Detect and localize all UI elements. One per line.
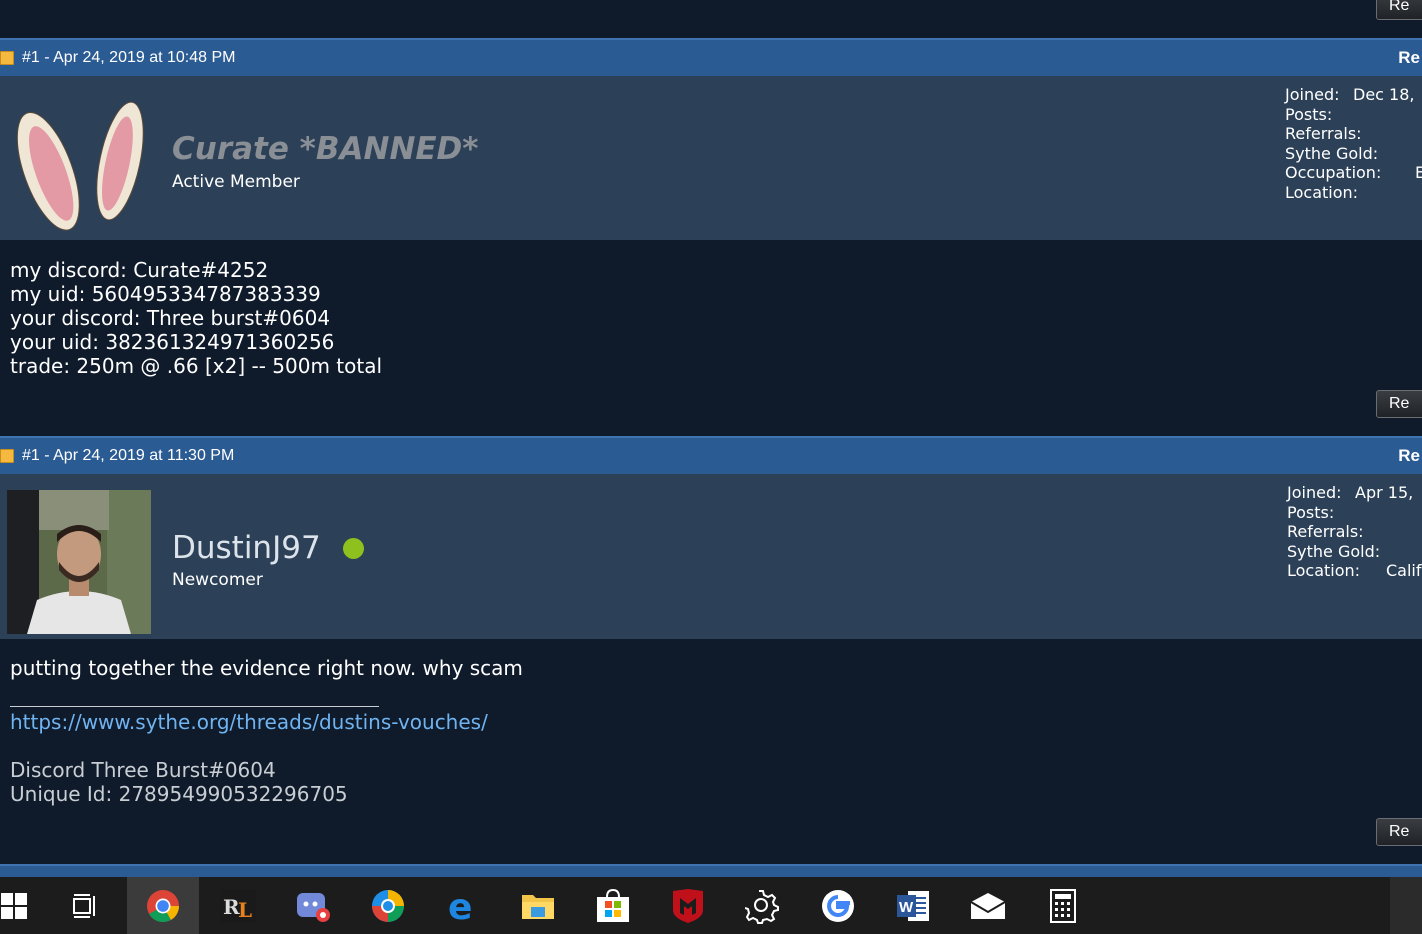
stat-label: Referrals: <box>1287 522 1364 541</box>
body-line: my discord: Curate#4252 <box>10 258 269 282</box>
store-icon <box>597 888 629 922</box>
edge-button[interactable]: e <box>427 877 499 934</box>
stat-label: Referrals: <box>1285 124 1362 143</box>
user-panel: DustinJ97 Newcomer Joined: Apr 15, Posts:… <box>0 474 1422 639</box>
folder-icon <box>0 51 14 65</box>
word-icon: W <box>897 890 929 921</box>
task-view-button[interactable] <box>50 877 122 934</box>
stat-value: Dec 18, <box>1353 85 1415 104</box>
body-line: my uid: 560495334787383339 <box>10 282 321 306</box>
reply-button[interactable]: Re <box>1376 0 1422 20</box>
body-line: putting together the evidence right now.… <box>10 656 523 680</box>
edge-icon: e <box>448 890 472 922</box>
gear-icon <box>745 889 779 924</box>
chrome-button[interactable] <box>127 877 199 934</box>
start-button[interactable] <box>0 877 50 934</box>
mail-button[interactable] <box>952 877 1024 934</box>
post-body: putting together the evidence right now.… <box>10 656 523 680</box>
bunny-ears-avatar[interactable] <box>5 86 155 236</box>
online-status-indicator <box>343 538 364 559</box>
folder-icon <box>0 449 14 463</box>
stat-value: Apr 15, <box>1355 483 1414 502</box>
reply-button[interactable]: Re <box>1376 818 1422 846</box>
discord-button[interactable] <box>277 877 349 934</box>
stat-label: Sythe Gold: <box>1287 541 1381 561</box>
body-line: trade: 250m @ .66 [x2] -- 500m total <box>10 354 383 378</box>
signature-line: Unique Id: 278954990532296705 <box>10 782 348 806</box>
post-date: #1 - Apr 24, 2019 at 10:48 PM <box>22 49 236 66</box>
google-button[interactable] <box>802 877 874 934</box>
user-avatar[interactable] <box>7 490 151 634</box>
stat-value: E <box>1415 163 1422 182</box>
body-line: your discord: Three burst#0604 <box>10 306 331 330</box>
svg-text:L: L <box>238 898 252 922</box>
task-view-icon <box>73 893 95 918</box>
username[interactable]: DustinJ97 <box>172 530 321 566</box>
stat-value: Calif <box>1386 561 1422 580</box>
mcafee-icon <box>673 888 703 923</box>
user-title: Newcomer <box>172 570 263 590</box>
stat-label: Joined: <box>1287 483 1342 502</box>
user-panel: Curate *BANNED* Active Member Joined: Dec… <box>0 76 1422 240</box>
signature: Discord Three Burst#0604 Unique Id: 2789… <box>10 758 348 806</box>
stat-label: Posts: <box>1287 502 1335 522</box>
settings-button[interactable] <box>727 877 799 934</box>
calculator-button[interactable] <box>1027 877 1099 934</box>
svg-text:W: W <box>899 899 914 916</box>
word-button[interactable]: W <box>877 877 949 934</box>
taskbar-overflow[interactable] <box>1390 877 1422 934</box>
signature-line: Discord Three Burst#0604 <box>10 758 276 782</box>
calculator-icon <box>1050 888 1076 923</box>
stat-label: Location: <box>1285 182 1359 202</box>
svg-text:e: e <box>448 890 472 922</box>
discord-icon <box>297 892 330 922</box>
chrome-icon <box>147 889 180 922</box>
post-header: #1 - Apr 24, 2019 at 11:30 PM Re <box>0 436 1422 474</box>
mail-icon <box>970 892 1006 919</box>
signature-divider <box>10 706 379 707</box>
signature-link[interactable]: https://www.sythe.org/threads/dustins-vo… <box>10 710 488 734</box>
post-header: #1 - Apr 24, 2019 at 10:48 PM Re <box>0 38 1422 76</box>
store-button[interactable] <box>577 877 649 934</box>
post-date: #1 - Apr 24, 2019 at 11:30 PM <box>22 447 235 464</box>
runelite-icon: R L <box>220 888 256 923</box>
user-title: Active Member <box>172 172 300 192</box>
stat-label: Joined: <box>1285 85 1340 104</box>
stat-label: Sythe Gold: <box>1285 143 1379 163</box>
windows-logo-icon <box>1 892 27 919</box>
header-reply-link[interactable]: Re <box>1398 48 1420 68</box>
runelite-button[interactable]: R L <box>202 877 274 934</box>
stat-label: Occupation: <box>1285 163 1382 182</box>
post-body: my discord: Curate#4252 my uid: 56049533… <box>10 258 382 378</box>
username[interactable]: Curate *BANNED* <box>172 131 479 167</box>
folder-icon <box>522 894 554 919</box>
chromium-icon <box>372 889 404 922</box>
body-line: your uid: 382361324971360256 <box>10 330 335 354</box>
taskbar: R L e W <box>0 877 1422 934</box>
stat-label: Location: <box>1287 561 1361 580</box>
header-reply-link[interactable]: Re <box>1398 446 1420 466</box>
mcafee-button[interactable] <box>652 877 724 934</box>
stat-label: Posts: <box>1285 104 1333 124</box>
reply-button[interactable]: Re <box>1376 390 1422 418</box>
google-icon <box>822 889 854 922</box>
chromium-button[interactable] <box>352 877 424 934</box>
file-explorer-button[interactable] <box>502 877 574 934</box>
